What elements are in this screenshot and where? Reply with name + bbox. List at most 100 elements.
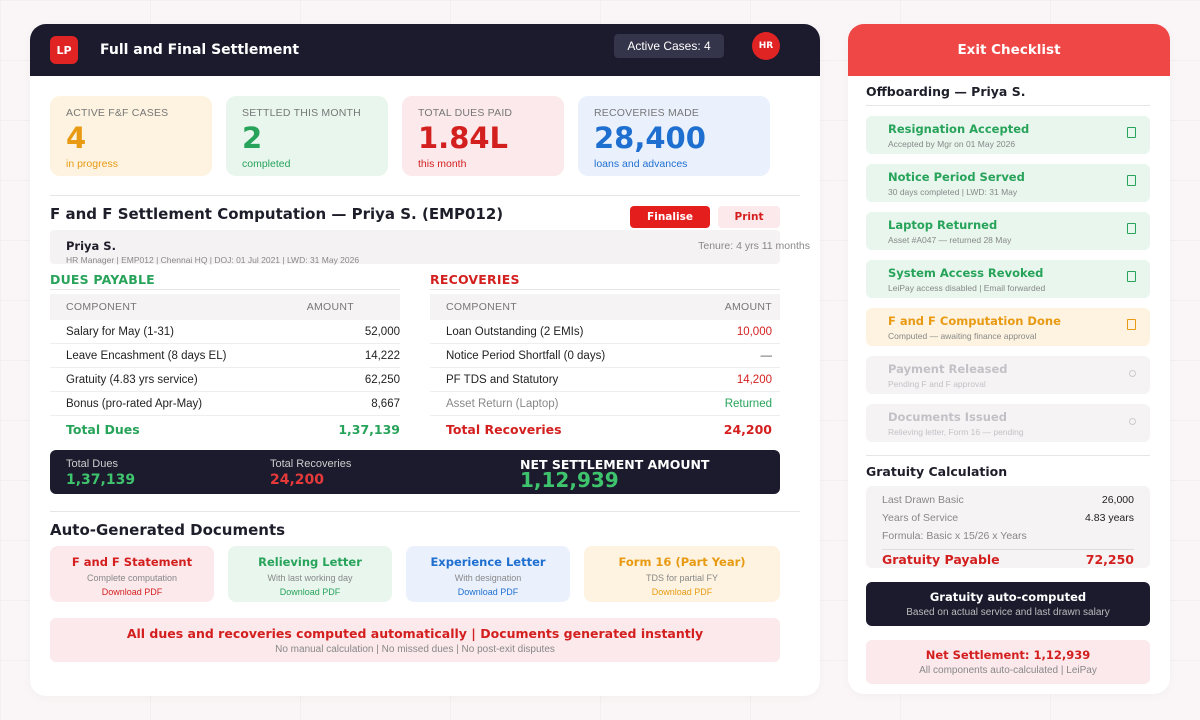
doc-card-form16[interactable]: Form 16 (Part Year) TDS for partial FY D… [584,546,780,602]
download-pdf-link[interactable]: Download PDF [584,587,780,597]
dues-table-header: COMPONENT AMOUNT [50,294,400,320]
documents-title: Auto-Generated Documents [50,521,286,539]
user-avatar[interactable]: HR [752,32,780,60]
checklist-item-sub: Asset #A047 — returned 28 May [888,235,1012,245]
checklist-item-system-access[interactable]: System Access Revoked LeiPay access disa… [866,260,1150,298]
stat-sub: this month [418,158,467,170]
employee-name: Priya S. [66,239,116,253]
row-component: Notice Period Shortfall (0 days) [446,349,606,362]
checklist-item-documents[interactable]: Documents Issued Relieving letter, Form … [866,404,1150,442]
checklist-item-title: Laptop Returned [888,218,998,232]
doc-sub: Complete computation [86,573,178,583]
divider [430,289,780,290]
net-settlement-bar: Total Dues 1,37,139 Total Recoveries 24,… [50,450,780,494]
net-summary-title: Net Settlement: 1,12,939 [925,648,1091,662]
divider [50,195,800,196]
net-recoveries-label: Total Recoveries [270,458,352,470]
row-amount: 14,200 [736,373,772,386]
checklist-item-payment[interactable]: Payment Released Pending F and F approva… [866,356,1150,394]
doc-card-relieving-letter[interactable]: Relieving Letter With last working day D… [228,546,392,602]
doc-card-experience-letter[interactable]: Experience Letter With designation Downl… [406,546,570,602]
net-dues-label: Total Dues [66,458,118,470]
checklist-item-title: Resignation Accepted [888,122,1030,136]
doc-title: Form 16 (Part Year) [618,555,746,569]
banner-title: All dues and recoveries computed automat… [126,626,704,641]
employee-meta: HR Manager | EMP012 | Chennai HQ | DOJ: … [66,255,360,265]
recoveries-table-header: COMPONENT AMOUNT [430,294,780,320]
row-component: Leave Encashment (8 days EL) [66,349,227,362]
checklist-header: Exit Checklist [848,24,1170,76]
download-pdf-link[interactable]: Download PDF [406,587,570,597]
row-component: Bonus (pro-rated Apr-May) [66,397,203,410]
stat-card-recoveries[interactable]: RECOVERIES MADE 28,400 loans and advance… [578,96,770,176]
gratuity-formula: Formula: Basic x 15/26 x Years [882,530,1134,542]
stat-card-dues-paid[interactable]: TOTAL DUES PAID 1.84L this month [402,96,564,176]
pending-circle-icon [1129,418,1136,425]
banner-sub: No manual calculation | No missed dues |… [275,644,555,655]
table-row: Salary for May (1-31) 52,000 [50,320,400,344]
doc-card-ff-statement[interactable]: F and F Statement Complete computation D… [50,546,214,602]
active-cases-badge[interactable]: Active Cases: 4 [614,34,724,58]
gratuity-basic-row: Last Drawn Basic 26,000 [882,494,1134,506]
row-amount: 14,222 [364,349,400,362]
checklist-item-notice-period[interactable]: Notice Period Served 30 days completed |… [866,164,1150,202]
checklist-item-laptop[interactable]: Laptop Returned Asset #A047 — returned 2… [866,212,1150,250]
stat-value: 28,400 [594,121,706,155]
auto-box-sub: Based on actual service and last drawn s… [906,607,1110,618]
doc-sub: With designation [454,573,522,583]
info-banner: All dues and recoveries computed automat… [50,618,780,662]
checklist-item-sub: Computed — awaiting finance approval [888,331,1037,341]
download-pdf-link[interactable]: Download PDF [228,587,392,597]
col-component: COMPONENT [446,301,517,313]
app-header: LP Full and Final Settlement Active Case… [30,24,820,76]
dues-table: COMPONENT AMOUNT Salary for May (1-31) 52… [50,294,400,442]
checklist-item-resignation[interactable]: Resignation Accepted Accepted by Mgr on … [866,116,1150,154]
net-settlement-value: 1,12,939 [520,468,619,492]
col-amount: AMOUNT [306,301,354,313]
row-amount: — [760,349,773,362]
stat-sub: completed [242,158,291,170]
document-icon [1127,271,1136,282]
row-component: Salary for May (1-31) [66,325,175,338]
row-amount: 8,667 [371,397,400,410]
checklist-item-title: F and F Computation Done [888,314,1061,328]
stat-sub: loans and advances [594,158,688,170]
row-amount: 62,250 [364,373,400,386]
stat-value: 4 [66,121,87,155]
row-component: Loan Outstanding (2 EMIs) [446,325,584,338]
row-component: Asset Return (Laptop) [446,397,559,410]
row-amount: Returned [724,397,772,410]
document-icon [1127,319,1136,330]
app-logo: LP [50,36,78,64]
row-amount: 10,000 [736,325,772,338]
gratuity-years-row: Years of Service 4.83 years [882,512,1134,524]
net-summary-sub: All components auto-calculated | LeiPay [919,665,1097,676]
gratuity-title: Gratuity Calculation [866,464,1008,479]
stat-sub: in progress [66,158,118,170]
finalise-button[interactable]: Finalise [630,206,710,228]
recoveries-total: Total Recoveries 24,200 [430,416,780,442]
table-row: Asset Return (Laptop) Returned [430,392,780,416]
doc-sub: With last working day [267,573,353,583]
checklist-item-ff-computation[interactable]: F and F Computation Done Computed — awai… [866,308,1150,346]
checklist-item-sub: Pending F and F approval [888,379,986,389]
gratuity-basic-label: Last Drawn Basic [882,494,964,506]
gratuity-payable-value: 72,250 [1085,552,1134,567]
checklist-item-sub: 30 days completed | LWD: 31 May [888,187,1018,197]
recoveries-table: COMPONENT AMOUNT Loan Outstanding (2 EMI… [430,294,780,442]
print-button[interactable]: Print [718,206,780,228]
auto-box-title: Gratuity auto-computed [929,590,1087,604]
document-icon [1127,175,1136,186]
download-pdf-link[interactable]: Download PDF [50,587,214,597]
stat-card-active-cases[interactable]: ACTIVE F&F CASES 4 in progress [50,96,212,176]
checklist-item-title: Documents Issued [888,410,1007,424]
checklist-item-sub: Accepted by Mgr on 01 May 2026 [888,139,1016,149]
divider [50,511,800,512]
offboarding-title: Offboarding — Priya S. [866,84,1026,99]
net-dues-value: 1,37,139 [66,472,136,488]
table-row: Leave Encashment (8 days EL) 14,222 [50,344,400,368]
stat-card-settled[interactable]: SETTLED THIS MONTH 2 completed [226,96,388,176]
page-title: Full and Final Settlement [100,42,300,58]
table-row: PF TDS and Statutory 14,200 [430,368,780,392]
net-settlement-summary: Net Settlement: 1,12,939 All components … [866,640,1150,684]
